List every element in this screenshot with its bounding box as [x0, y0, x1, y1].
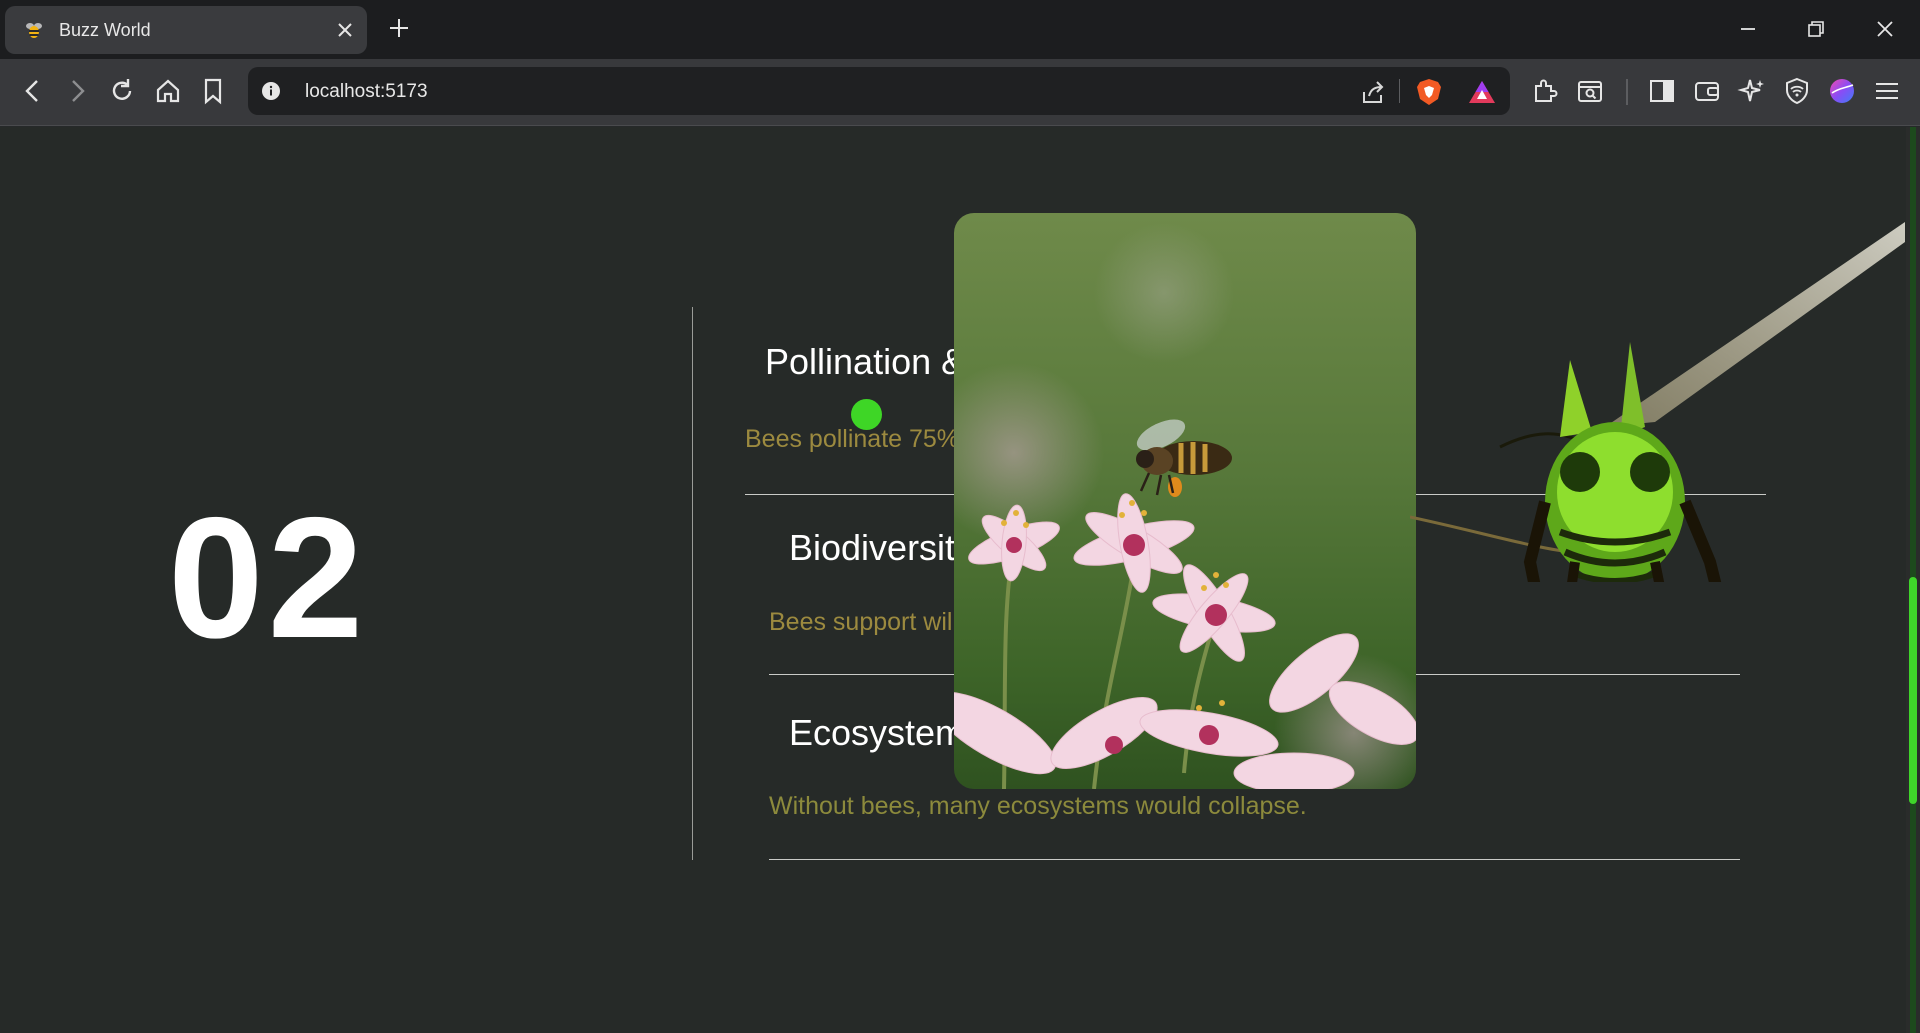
share-icon[interactable]: [1360, 79, 1386, 105]
toolbar-divider: [1626, 79, 1628, 105]
reload-icon[interactable]: [107, 76, 137, 106]
brave-shields-icon[interactable]: [1416, 78, 1442, 106]
bee-on-flower-photo: [954, 213, 1416, 789]
item-title-pollination: Pollination &: [765, 341, 966, 382]
forward-icon[interactable]: [62, 76, 92, 106]
site-info-icon[interactable]: [261, 81, 281, 101]
url-divider: [1399, 79, 1400, 103]
tab-title: Buzz World: [59, 20, 151, 40]
item-title-biodiversity: Biodiversity: [789, 527, 974, 568]
item-description-pollination: Bees pollinate 75%: [745, 425, 960, 453]
restore-icon[interactable]: [1801, 14, 1831, 44]
page-content: 02 Pollination & Bees pollinate 75% Biod…: [0, 127, 1920, 1033]
sidebar-icon[interactable]: [1647, 76, 1677, 106]
minimize-icon[interactable]: [1733, 14, 1763, 44]
close-tab-icon[interactable]: [335, 20, 355, 40]
vpn-icon[interactable]: [1782, 76, 1812, 106]
tab-strip: Buzz World: [0, 0, 1920, 59]
scrollbar-thumb[interactable]: [1909, 577, 1917, 804]
close-window-icon[interactable]: [1870, 14, 1900, 44]
menu-icon[interactable]: [1872, 76, 1902, 106]
new-tab-icon[interactable]: [386, 15, 412, 41]
cursor-follower-dot: [851, 399, 882, 430]
browser-toolbar: localhost:5173: [0, 59, 1920, 126]
bee-3d-model: [1409, 202, 1910, 607]
home-icon[interactable]: [153, 76, 183, 106]
url-text[interactable]: localhost:5173: [305, 81, 428, 103]
wallet-icon[interactable]: [1692, 76, 1722, 106]
extensions-icon[interactable]: [1530, 76, 1560, 106]
screenshot-icon[interactable]: [1575, 76, 1605, 106]
bookmark-icon[interactable]: [198, 76, 228, 106]
browser-tab[interactable]: Buzz World: [5, 6, 367, 54]
item-description-ecosystem: Without bees, many ecosystems would coll…: [769, 792, 1307, 820]
vertical-divider: [692, 307, 693, 860]
leo-ai-icon[interactable]: [1737, 76, 1767, 106]
item-title-ecosystem: Ecosystem: [789, 712, 966, 753]
page-scrollbar[interactable]: [1906, 127, 1920, 1033]
item-description-biodiversity: Bees support wil: [769, 608, 953, 636]
back-icon[interactable]: [18, 76, 48, 106]
profile-icon[interactable]: [1827, 76, 1857, 106]
item-divider: [769, 859, 1740, 860]
section-number: 02: [168, 482, 368, 674]
bee-icon: [24, 20, 44, 40]
brave-rewards-icon[interactable]: [1468, 79, 1496, 105]
address-bar[interactable]: localhost:5173: [248, 67, 1510, 115]
